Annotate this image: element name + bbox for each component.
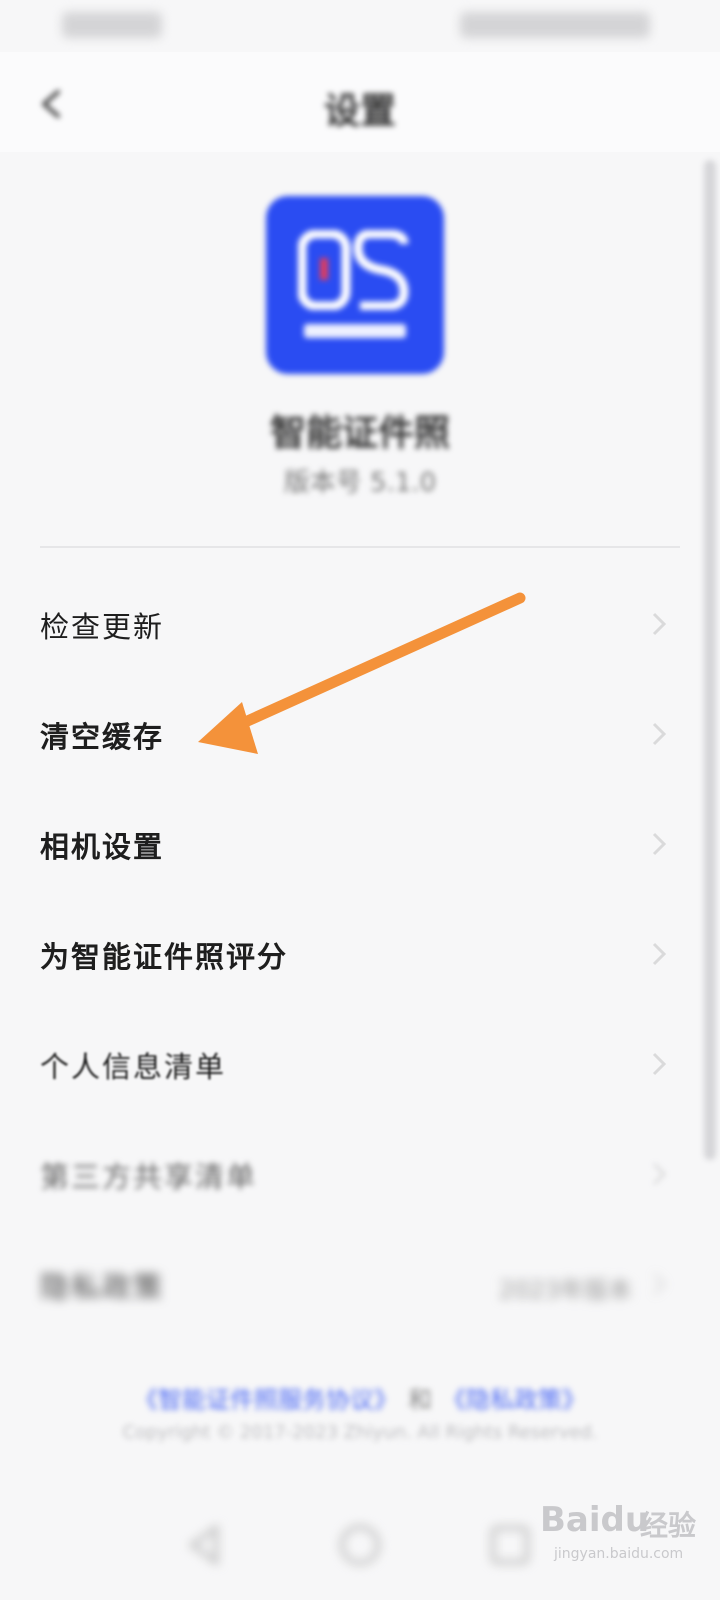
app-logo [266, 196, 444, 374]
copyright: Copyright © 2017-2023 Zhiyun. All Rights… [122, 1422, 598, 1443]
menu-item-camera-settings[interactable]: 相机设置 [0, 788, 690, 898]
home-circle-icon[interactable] [335, 1520, 385, 1570]
baidu-watermark: Baidu 经验 jingyan.baidu.com [540, 1492, 710, 1562]
app-name: 智能证件照 [269, 413, 450, 454]
menu-item-third-party-sharing[interactable]: 第三方共享清单 [0, 1118, 690, 1228]
app-version: 版本号 5.1.0 [283, 468, 437, 498]
footer-separator: 和 [408, 1386, 432, 1414]
menu-item-label: 清空缓存 [40, 720, 165, 754]
service-agreement-link[interactable]: 《智能证件照服务协议》 [134, 1386, 398, 1414]
divider [40, 546, 680, 548]
chevron-right-icon [652, 1272, 666, 1296]
menu-item-label: 个人信息清单 [40, 1050, 227, 1084]
menu-item-privacy-policy[interactable]: 隐私政策 2023年版本 [0, 1228, 690, 1338]
watermark-url: jingyan.baidu.com [554, 1546, 684, 1562]
watermark-brand: Baidu [540, 1500, 650, 1540]
chevron-right-icon [652, 722, 666, 746]
footer-links: 《智能证件照服务协议》和《隐私政策》 [0, 1380, 720, 1415]
back-triangle-icon[interactable] [180, 1520, 230, 1570]
chevron-right-icon [652, 1052, 666, 1076]
menu-item-value: 2023年版本 [498, 1276, 632, 1304]
menu-item-rate-app[interactable]: 为智能证件照评分 [0, 898, 690, 1008]
menu-item-label: 为智能证件照评分 [40, 940, 289, 974]
watermark-brand-cn: 经验 [640, 1509, 697, 1542]
chevron-right-icon [652, 832, 666, 856]
logo-subtitle-bar [304, 324, 406, 338]
scrollbar[interactable] [704, 160, 716, 1160]
chevron-right-icon [652, 942, 666, 966]
logo-icon [298, 230, 409, 310]
menu-item-label: 第三方共享清单 [40, 1160, 258, 1194]
battery-time-icons [460, 12, 650, 38]
chevron-right-icon [652, 612, 666, 636]
chevron-right-icon [652, 1162, 666, 1186]
status-bar [0, 0, 720, 52]
signal-icons [62, 12, 162, 38]
menu-item-label: 隐私政策 [40, 1270, 165, 1304]
page-title: 设置 [323, 91, 396, 132]
nav-bar: 设置 [0, 52, 720, 152]
menu-item-check-update[interactable]: 检查更新 [0, 568, 690, 678]
menu-item-label: 检查更新 [40, 610, 165, 644]
menu-item-clear-cache[interactable]: 清空缓存 [0, 678, 690, 788]
recents-square-icon[interactable] [485, 1520, 535, 1570]
menu-item-label: 相机设置 [40, 830, 165, 864]
privacy-policy-link[interactable]: 《隐私政策》 [442, 1386, 586, 1414]
menu-item-personal-info-list[interactable]: 个人信息清单 [0, 1008, 690, 1118]
